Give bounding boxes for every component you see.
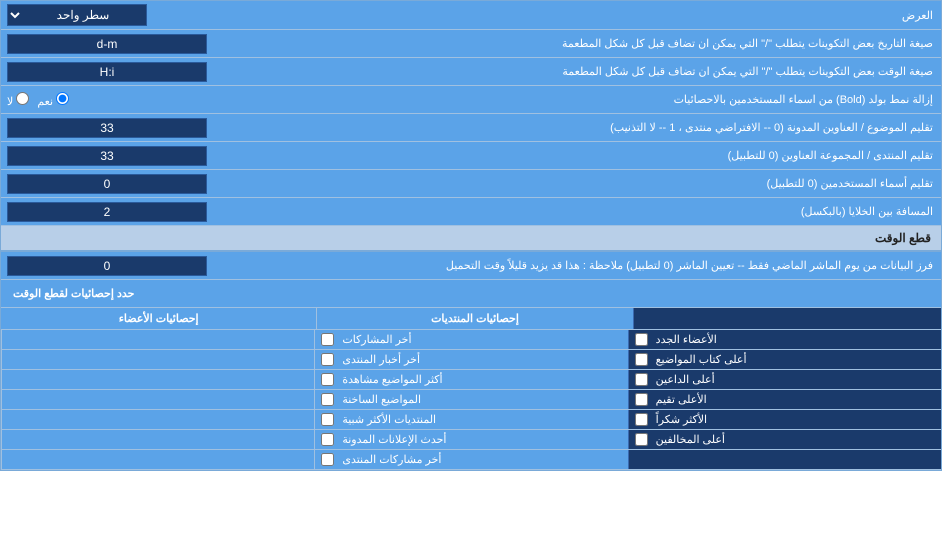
empty-col-6: [1, 430, 314, 449]
checkbox-forum-2[interactable]: [321, 353, 334, 366]
forum-item-5: المنتديات الأكثر شبية: [314, 410, 627, 429]
empty-col-7: [1, 450, 314, 469]
checkbox-member-6[interactable]: [635, 433, 648, 446]
checkbox-member-2[interactable]: [635, 353, 648, 366]
forum-item-6: أحدث الإعلانات المدونة: [314, 430, 627, 449]
checkbox-forum-1[interactable]: [321, 333, 334, 346]
cutoff-limit-label: حدد إحصائيات لقطع الوقت: [13, 287, 134, 300]
checkbox-member-5[interactable]: [635, 413, 648, 426]
member-item-2: أعلى كتاب المواضيع: [628, 350, 941, 369]
forum-item-4: المواضيع الساخنة: [314, 390, 627, 409]
empty-col-1: [1, 330, 314, 349]
cell-spacing-label: المسافة بين الخلايا (بالبكسل): [281, 201, 941, 222]
empty-col-3: [1, 370, 314, 389]
member-item-3: أعلى الداعين: [628, 370, 941, 389]
col-header-members: إحصائيات الأعضاء: [1, 308, 316, 329]
member-item-1: الأعضاء الجدد: [628, 330, 941, 349]
time-format-label: صيغة الوقت بعض التكوينات يتطلب "/" التي …: [281, 61, 941, 82]
empty-member-7: [628, 450, 941, 469]
checkbox-forum-3[interactable]: [321, 373, 334, 386]
empty-col-4: [1, 390, 314, 409]
checkbox-forum-5[interactable]: [321, 413, 334, 426]
forum-item-3: أكثر المواضيع مشاهدة: [314, 370, 627, 389]
radio-yes-label: نعم: [37, 92, 69, 108]
checkbox-member-4[interactable]: [635, 393, 648, 406]
usernames-trim-label: تقليم أسماء المستخدمين (0 للتطبيل): [281, 173, 941, 194]
checkbox-member-1[interactable]: [635, 333, 648, 346]
member-item-4: الأعلى تقيم: [628, 390, 941, 409]
usernames-trim-input[interactable]: [7, 174, 207, 194]
subject-titles-input[interactable]: [7, 118, 207, 138]
checkbox-forum-4[interactable]: [321, 393, 334, 406]
forum-titles-label: تقليم المنتدى / المجموعة العناوين (0 للت…: [281, 145, 941, 166]
subject-titles-label: تقليم الموضوع / العناوين المدونة (0 -- ا…: [281, 117, 941, 138]
forum-item-7: أخر مشاركات المنتدى: [314, 450, 627, 469]
radio-no[interactable]: [16, 92, 29, 105]
cell-spacing-input[interactable]: [7, 202, 207, 222]
checkbox-forum-7[interactable]: [321, 453, 334, 466]
checkbox-forum-6[interactable]: [321, 433, 334, 446]
radio-no-label: لا: [7, 92, 29, 108]
cutoff-days-input[interactable]: [7, 256, 207, 276]
forum-titles-input[interactable]: [7, 146, 207, 166]
member-item-5: الأكثر شكراً: [628, 410, 941, 429]
forum-item-1: أخر المشاركات: [314, 330, 627, 349]
empty-col-5: [1, 410, 314, 429]
col-header-forums: إحصائيات المنتديات: [316, 308, 632, 329]
empty-col-2: [1, 350, 314, 369]
display-mode-label: العرض: [281, 5, 941, 26]
checkbox-member-3[interactable]: [635, 373, 648, 386]
radio-yes[interactable]: [56, 92, 69, 105]
cutoff-days-label: فرز البيانات من يوم الماشر الماضي فقط --…: [281, 255, 941, 276]
date-format-input[interactable]: [7, 34, 207, 54]
display-mode-select[interactable]: سطر واحد سطرين ثلاثة أسطر: [7, 4, 147, 26]
bold-remove-label: إزالة نمط بولد (Bold) من اسماء المستخدمي…: [281, 89, 941, 110]
forum-item-2: أخر أخبار المنتدى: [314, 350, 627, 369]
date-format-label: صيغة التاريخ بعض التكوينات يتطلب "/" الت…: [281, 33, 941, 54]
time-format-input[interactable]: [7, 62, 207, 82]
member-item-6: أعلى المخالفين: [628, 430, 941, 449]
cutoff-section-header: قطع الوقت: [1, 226, 941, 252]
